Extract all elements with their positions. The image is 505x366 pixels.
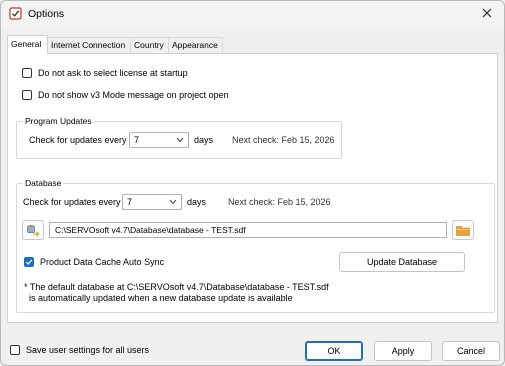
window-title: Options bbox=[28, 8, 65, 20]
tab-general[interactable]: General bbox=[7, 35, 48, 54]
tab-internet-connection[interactable]: Internet Connection bbox=[47, 37, 131, 53]
general-tab-panel: Do not ask to select license at startup … bbox=[7, 53, 498, 323]
checkbox-label: Product Data Cache Auto Sync bbox=[40, 257, 165, 267]
next-check-label: Next check: Feb 15, 2026 bbox=[228, 197, 331, 207]
checkbox-label: Save user settings for all users bbox=[26, 345, 150, 355]
checkbox-box[interactable] bbox=[10, 345, 20, 355]
checkbox-box[interactable] bbox=[22, 90, 32, 100]
next-check-label: Next check: Feb 15, 2026 bbox=[232, 135, 335, 145]
title-bar: Options bbox=[1, 1, 504, 27]
checkmark-icon bbox=[25, 259, 33, 265]
database-group: Database Check for updates every 7 days … bbox=[16, 178, 495, 313]
no-v3-message-checkbox[interactable]: Do not show v3 Mode message on project o… bbox=[22, 90, 229, 100]
select-value: 7 bbox=[134, 135, 140, 145]
checkbox-box-checked[interactable] bbox=[24, 257, 34, 267]
browse-folder-button[interactable] bbox=[452, 220, 474, 240]
options-checklist-icon bbox=[9, 7, 22, 20]
chevron-down-icon bbox=[169, 199, 177, 205]
database-path-field[interactable]: C:\SERVOsoft v4.7\Database\database - TE… bbox=[49, 222, 447, 238]
ok-button[interactable]: OK bbox=[305, 341, 363, 361]
select-value: 7 bbox=[127, 197, 133, 207]
update-database-button[interactable]: Update Database bbox=[339, 252, 465, 272]
group-title: Program Updates bbox=[23, 116, 94, 126]
chevron-down-icon bbox=[176, 137, 184, 143]
no-license-prompt-checkbox[interactable]: Do not ask to select license at startup bbox=[22, 68, 188, 78]
database-update-interval-select[interactable]: 7 bbox=[122, 194, 182, 210]
days-label: days bbox=[187, 197, 207, 207]
days-label: days bbox=[194, 135, 214, 145]
program-updates-group: Program Updates Check for updates every … bbox=[16, 116, 342, 159]
check-updates-label: Check for updates every bbox=[23, 197, 121, 207]
cache-auto-sync-checkbox[interactable]: Product Data Cache Auto Sync bbox=[24, 257, 164, 267]
checkbox-box[interactable] bbox=[22, 68, 32, 78]
tab-country[interactable]: Country bbox=[130, 37, 169, 53]
database-note-line-1: * The default database at C:\SERVOsoft v… bbox=[24, 282, 329, 292]
close-icon bbox=[482, 8, 492, 18]
options-dialog: Options General Internet Connection Coun… bbox=[0, 0, 505, 366]
cancel-button[interactable]: Cancel bbox=[442, 341, 500, 361]
group-title: Database bbox=[23, 178, 64, 188]
database-link-icon bbox=[27, 224, 40, 236]
tab-appearance[interactable]: Appearance bbox=[168, 37, 223, 53]
database-note-line-2: is automatically updated when a new data… bbox=[24, 293, 293, 303]
close-button[interactable] bbox=[470, 1, 504, 25]
checkbox-label: Do not show v3 Mode message on project o… bbox=[38, 90, 229, 100]
database-connect-button[interactable] bbox=[22, 220, 44, 240]
program-update-interval-select[interactable]: 7 bbox=[129, 132, 189, 148]
checkbox-label: Do not ask to select license at startup bbox=[38, 68, 188, 78]
apply-button[interactable]: Apply bbox=[374, 341, 432, 361]
check-updates-label: Check for updates every bbox=[29, 135, 127, 145]
folder-icon bbox=[456, 225, 470, 236]
save-all-users-checkbox[interactable]: Save user settings for all users bbox=[10, 345, 149, 355]
